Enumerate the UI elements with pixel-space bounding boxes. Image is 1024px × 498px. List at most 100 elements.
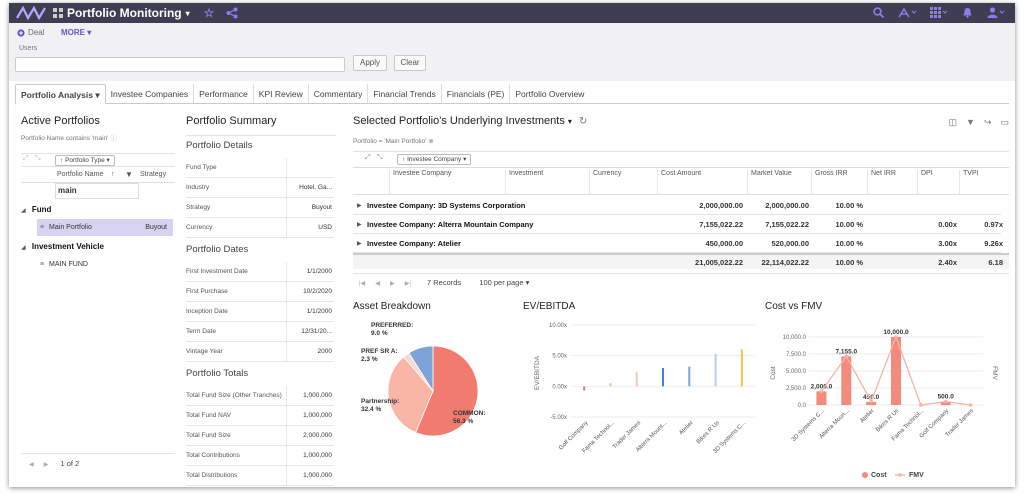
filter-icon[interactable]: ▼ (125, 167, 133, 183)
tab-investee-companies[interactable]: Investee Companies (106, 84, 195, 103)
tab-commentary[interactable]: Commentary (309, 84, 369, 103)
app-title[interactable]: Portfolio Monitoring ▾ ☆ (53, 6, 238, 20)
bar[interactable] (662, 367, 664, 387)
bar[interactable] (635, 372, 638, 387)
tab-performance[interactable]: Performance (194, 84, 254, 103)
per-page-select[interactable]: 100 per page ▾ (479, 278, 529, 287)
deal-button[interactable]: Deal (17, 28, 44, 37)
expand-arrow-icon[interactable]: ▶ (357, 216, 362, 234)
prev-page-icon[interactable]: ◀ (375, 281, 380, 287)
bar[interactable] (609, 383, 612, 387)
collapse-icon[interactable]: ⤡ (35, 155, 41, 163)
cost-bar[interactable] (816, 391, 827, 405)
portfolio-strategy: Buyout (145, 224, 167, 231)
legend: Cost FMV (862, 472, 924, 479)
share-icon[interactable] (226, 7, 238, 19)
bar[interactable] (688, 366, 691, 387)
clear-button[interactable]: Clear (394, 55, 426, 71)
columns-icon[interactable]: ◫ (949, 117, 958, 128)
bar[interactable] (583, 386, 586, 391)
bar[interactable] (740, 349, 743, 387)
fmv-point[interactable] (968, 403, 973, 407)
last-page-icon[interactable]: ▶| (405, 281, 411, 287)
close-icon[interactable]: ▾ (107, 157, 110, 164)
network-icon[interactable] (898, 7, 916, 18)
legend-cost-label[interactable]: Cost (871, 472, 887, 479)
summary-label: Vintage Year (186, 348, 223, 355)
user-icon[interactable] (987, 7, 1005, 18)
more-button[interactable]: MORE ▾ (61, 28, 91, 37)
fmv-point[interactable] (919, 403, 923, 407)
group-fund-row[interactable]: ◢ Fund (21, 201, 175, 219)
filter-icon[interactable]: ▼ (966, 117, 975, 128)
legend-fmv-label[interactable]: FMV (909, 472, 924, 479)
expand-icon[interactable]: ⤢ (365, 154, 371, 162)
summary-value: 1,000,000 (303, 412, 332, 419)
refresh-icon[interactable]: ↻ (579, 116, 587, 127)
expand-icon[interactable]: ⤢ (23, 155, 29, 163)
table-row[interactable]: ▶ Investee Company: Atelier 450,000.00 520,… (353, 235, 1003, 253)
chip-label: Investee Company (407, 156, 462, 163)
data-label: 500.0 (938, 394, 955, 401)
column-header[interactable]: Market Value (747, 170, 809, 194)
column-header[interactable]: Investment (505, 170, 587, 194)
column-header[interactable]: Investee Company (389, 170, 501, 194)
table-row[interactable]: ▶ Investee Company: 3D Systems Corporatio… (353, 197, 1001, 215)
fmv-point[interactable] (869, 399, 873, 404)
clear-filter-icon[interactable]: ⊗ (428, 138, 433, 145)
export-icon[interactable]: ↪ (984, 117, 992, 128)
y-tick-label: 0.00x (552, 384, 567, 390)
group-vehicle-row[interactable]: ◢ Investment Vehicle (21, 238, 175, 256)
sort-up-icon[interactable]: ↑ (111, 167, 115, 183)
investee-company-chip[interactable]: ↑ Investee Company ▾ (397, 154, 472, 165)
apply-button[interactable]: Apply (353, 55, 387, 71)
portfolio-row-mainfund[interactable]: ≡ MAIN FUND (37, 256, 173, 273)
tab-portfolio-analysis[interactable]: Portfolio Analysis ▾ (15, 84, 106, 105)
minimize-icon[interactable]: ▭ (1000, 117, 1009, 128)
first-page-icon[interactable]: |◀ (359, 281, 365, 287)
investments-title: Selected Portfolio's Underlying Investme… (353, 115, 1009, 127)
bar[interactable] (714, 353, 717, 387)
search-icon[interactable] (873, 7, 884, 18)
next-page-icon[interactable]: ▶ (44, 462, 49, 468)
fmv-point[interactable] (844, 354, 849, 359)
group-vehicle-label: Investment Vehicle (31, 242, 104, 251)
expand-arrow-icon[interactable]: ◢ (21, 245, 26, 251)
chevron-down-icon[interactable]: ▾ (568, 117, 572, 126)
y-tick-label: 10.00x (549, 323, 567, 329)
expand-arrow-icon[interactable]: ◢ (21, 208, 26, 214)
bell-icon[interactable] (962, 7, 973, 18)
portfolio-row-main[interactable]: ≡ Main Portfolio Buyout (37, 219, 173, 236)
column-header[interactable]: TVPI (959, 170, 1003, 194)
expand-arrow-icon[interactable]: ▶ (357, 197, 362, 215)
tab-portfolio-overview[interactable]: Portfolio Overview (510, 84, 589, 103)
next-page-icon[interactable]: ▶ (390, 281, 395, 287)
pager-text: 1 of 2 (60, 459, 80, 468)
expand-arrow-icon[interactable]: ▶ (357, 235, 362, 253)
chevron-down-icon[interactable]: ▾ (463, 156, 466, 163)
portfolio-name-filter-input[interactable]: main (55, 183, 139, 199)
tab-kpi-review[interactable]: KPI Review (254, 84, 309, 103)
prev-page-icon[interactable]: ◀ (29, 462, 34, 468)
column-header[interactable]: Currency (589, 170, 655, 194)
y-tick-label: 0.0 (798, 403, 807, 409)
row-cost: 450,000.00 (705, 239, 743, 248)
fmv-point[interactable] (894, 335, 898, 339)
col-strategy[interactable]: Strategy (140, 167, 166, 183)
star-icon[interactable]: ☆ (204, 6, 215, 20)
users-input[interactable] (15, 57, 345, 72)
column-header[interactable]: Gross IRR (811, 170, 865, 194)
tab-financial-trends[interactable]: Financial Trends (368, 84, 442, 103)
fmv-point[interactable] (943, 399, 948, 404)
column-header[interactable]: Net IRR (867, 170, 915, 194)
collapse-icon[interactable]: ⤡ (377, 154, 383, 162)
app-logo-icon[interactable] (15, 5, 47, 21)
column-header[interactable]: Cost Amount (657, 170, 743, 194)
column-header[interactable]: DPI (917, 170, 957, 194)
portfolio-type-chip[interactable]: ↑ Portfolio Type ▾ (55, 155, 115, 166)
fmv-point[interactable] (819, 389, 824, 394)
tab-financials-pe[interactable]: Financials (PE) (442, 84, 511, 103)
apps-grid-icon[interactable] (930, 7, 948, 18)
table-row[interactable]: ▶ Investee Company: Alterra Mountain Comp… (353, 216, 1003, 234)
col-portfolio-name[interactable]: Portfolio Name (57, 167, 103, 183)
